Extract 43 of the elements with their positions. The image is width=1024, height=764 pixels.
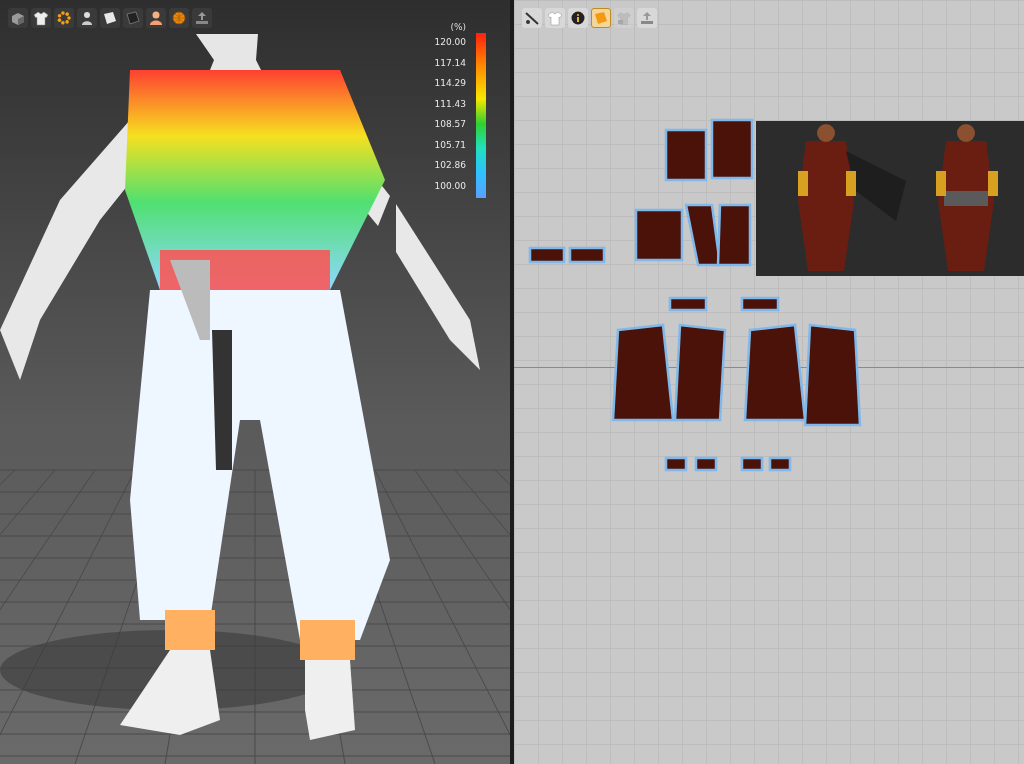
toolbar-button[interactable] <box>77 8 97 28</box>
pattern-piece[interactable] <box>611 323 675 422</box>
pattern-piece[interactable] <box>803 323 862 427</box>
toolbar-button[interactable] <box>31 8 51 28</box>
pattern-piece[interactable] <box>664 128 708 182</box>
legend-label: 100.00 <box>434 179 466 193</box>
needle-icon <box>524 10 540 26</box>
legend-label: 117.14 <box>434 56 466 70</box>
cube-icon <box>10 10 26 26</box>
toolbar-button[interactable] <box>146 8 166 28</box>
sheet-icon <box>593 10 609 26</box>
sheet-icon <box>102 10 118 26</box>
sheet-icon <box>125 10 141 26</box>
pattern-piece[interactable] <box>673 323 727 422</box>
shirt-icon <box>547 10 563 26</box>
globe-icon <box>171 10 187 26</box>
legend-label: 102.86 <box>434 159 466 172</box>
toolbar-button[interactable] <box>100 8 120 28</box>
legend-label: 108.57 <box>434 118 466 131</box>
person-icon <box>148 10 164 26</box>
pattern-piece[interactable] <box>634 208 684 262</box>
info-icon <box>570 10 586 26</box>
pattern-piece[interactable] <box>528 246 606 264</box>
toolbar-button[interactable] <box>169 8 189 28</box>
shirt-icon <box>33 10 49 26</box>
legend-label: 114.29 <box>434 77 466 90</box>
pattern-piece[interactable] <box>716 203 752 267</box>
toolbar-button[interactable] <box>568 8 588 28</box>
pattern-piece[interactable] <box>664 456 792 472</box>
upload-icon <box>639 10 655 26</box>
toolbar-button[interactable] <box>54 8 74 28</box>
pattern-piece[interactable] <box>710 118 754 180</box>
pattern-piece[interactable] <box>668 296 780 312</box>
person-icon <box>79 10 95 26</box>
legend-label: 105.71 <box>434 138 466 152</box>
legend-unit: (%) <box>450 22 466 34</box>
legend-label: 120.00 <box>434 36 466 49</box>
dots-icon <box>56 10 72 26</box>
pattern-piece[interactable] <box>743 323 807 422</box>
legend-label: 111.43 <box>434 97 466 111</box>
shirt-lock-icon <box>616 10 632 26</box>
upload-icon <box>194 10 210 26</box>
toolbar-button[interactable] <box>522 8 542 28</box>
